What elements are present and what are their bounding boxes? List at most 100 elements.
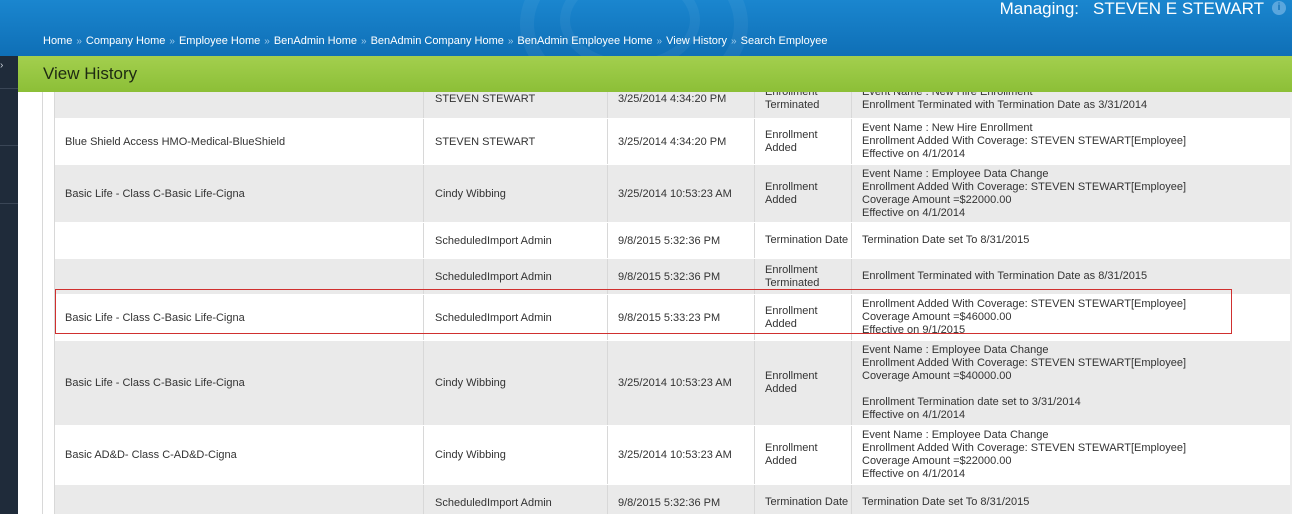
plan-cell bbox=[55, 485, 423, 514]
breadcrumb-benadmin-employee-home[interactable]: BenAdmin Employee Home bbox=[517, 35, 652, 47]
user-cell: ScheduledImport Admin bbox=[423, 485, 607, 514]
user-cell: ScheduledImport Admin bbox=[423, 259, 607, 294]
breadcrumb-separator: » bbox=[264, 36, 270, 47]
date-cell-text: 3/25/2014 4:34:20 PM bbox=[618, 93, 727, 105]
date-cell: 9/8/2015 5:33:23 PM bbox=[607, 295, 754, 340]
plan-cell: Basic Life - Class C-Basic Life-Cigna bbox=[55, 165, 423, 222]
user-cell-text: Cindy Wibbing bbox=[435, 449, 506, 461]
details-cell-line: Enrollment Termination date set to 3/31/… bbox=[862, 396, 1081, 408]
user-cell: ScheduledImport Admin bbox=[423, 295, 607, 340]
details-cell-line: Event Name : New Hire Enrollment bbox=[862, 92, 1033, 98]
user-cell-text: Cindy Wibbing bbox=[435, 187, 506, 200]
breadcrumb-separator: » bbox=[361, 36, 367, 47]
action-cell-line: Enrollment bbox=[765, 370, 818, 382]
table-row: ScheduledImport Admin 9/8/2015 5:32:36 PM… bbox=[55, 259, 1290, 295]
history-table-viewport[interactable]: STEVEN STEWART 3/25/2014 4:34:20 PM Enroll… bbox=[42, 92, 1290, 514]
breadcrumb-benadmin-company-home[interactable]: BenAdmin Company Home bbox=[371, 35, 504, 47]
details-cell-line: Event Name : Employee Data Change bbox=[862, 344, 1049, 356]
details-cell-line: Enrollment Added With Coverage: STEVEN S… bbox=[862, 442, 1187, 454]
details-cell: Event Name : New Hire Enrollment Enrollme… bbox=[851, 119, 1290, 164]
plan-cell-text: Basic Life - Class C-Basic Life-Cigna bbox=[65, 187, 245, 200]
info-icon[interactable]: i bbox=[1272, 1, 1286, 15]
panel-border bbox=[54, 92, 55, 514]
date-cell-text: 9/8/2015 5:33:23 PM bbox=[618, 311, 721, 324]
action-cell: Enrollment Added bbox=[754, 295, 851, 340]
breadcrumb-view-history[interactable]: View History bbox=[666, 35, 727, 47]
managing-info: Managing: STEVEN E STEWART i bbox=[1000, 0, 1286, 20]
details-cell: Termination Date set To 8/31/2015 bbox=[851, 485, 1290, 514]
table-row: Basic Life - Class C-Basic Life-Cigna Cin… bbox=[55, 165, 1290, 223]
table-row: Basic Life - Class C-Basic Life-Cigna Cin… bbox=[55, 341, 1290, 426]
action-cell-line: Added bbox=[765, 141, 797, 154]
action-cell-line: Added bbox=[765, 383, 797, 395]
breadcrumb-separator: » bbox=[76, 36, 82, 47]
date-cell: 9/8/2015 5:32:36 PM bbox=[607, 485, 754, 514]
action-cell: Enrollment Added bbox=[754, 426, 851, 484]
details-cell: Event Name : Employee Data Change Enrollm… bbox=[851, 165, 1290, 222]
user-cell-text: ScheduledImport Admin bbox=[435, 270, 552, 283]
top-header: Managing: STEVEN E STEWART i Home » Company… bbox=[0, 0, 1292, 56]
breadcrumb-company-home[interactable]: Company Home bbox=[86, 35, 165, 47]
plan-cell: Blue Shield Access HMO-Medical-BlueShiel… bbox=[55, 119, 423, 164]
action-cell-line: Enrollment bbox=[765, 304, 818, 317]
date-cell-text: 3/25/2014 4:34:20 PM bbox=[618, 135, 727, 148]
user-cell: Cindy Wibbing bbox=[423, 165, 607, 222]
action-cell: Enrollment Terminated bbox=[754, 259, 851, 294]
details-cell-line: Enrollment Added With Coverage: STEVEN S… bbox=[862, 357, 1187, 369]
details-cell-line: Effective on 4/1/2014 bbox=[862, 206, 966, 219]
user-cell: ScheduledImport Admin bbox=[423, 223, 607, 258]
user-cell-text: STEVEN STEWART bbox=[435, 93, 536, 105]
breadcrumb-employee-home[interactable]: Employee Home bbox=[179, 35, 260, 47]
breadcrumb-search-employee[interactable]: Search Employee bbox=[741, 35, 828, 47]
plan-cell-text: Basic Life - Class C-Basic Life-Cigna bbox=[65, 311, 245, 324]
date-cell: 3/25/2014 10:53:23 AM bbox=[607, 426, 754, 484]
date-cell: 9/8/2015 5:32:36 PM bbox=[607, 223, 754, 258]
details-cell: Event Name : Employee Data Change Enrollm… bbox=[851, 341, 1290, 425]
user-cell: Cindy Wibbing bbox=[423, 341, 607, 425]
plan-cell: Basic Life - Class C-Basic Life-Cigna bbox=[55, 341, 423, 425]
plan-cell: Basic AD&D- Class C-AD&D-Cigna bbox=[55, 426, 423, 484]
action-cell-line: Enrollment bbox=[765, 128, 818, 141]
details-cell-line: Coverage Amount =$46000.00 bbox=[862, 311, 1012, 323]
action-cell-line: Termination Date bbox=[765, 496, 849, 508]
details-cell-line: Coverage Amount =$40000.00 bbox=[862, 370, 1012, 382]
action-cell-line: Terminated bbox=[765, 99, 820, 111]
breadcrumb-benadmin-home[interactable]: BenAdmin Home bbox=[274, 35, 357, 47]
details-cell: Enrollment Added With Coverage: STEVEN S… bbox=[851, 295, 1290, 340]
date-cell-text: 3/25/2014 10:53:23 AM bbox=[618, 377, 732, 389]
breadcrumb-separator: » bbox=[731, 36, 737, 47]
action-cell-line: Termination Date bbox=[765, 234, 849, 246]
breadcrumb-home[interactable]: Home bbox=[43, 35, 72, 47]
details-cell-line: Effective on 4/1/2014 bbox=[862, 468, 966, 480]
rail-divider bbox=[0, 145, 18, 146]
action-cell: Enrollment Added bbox=[754, 119, 851, 164]
user-cell: STEVEN STEWART bbox=[423, 119, 607, 164]
action-cell-line: Added bbox=[765, 193, 797, 206]
managing-name: STEVEN E STEWART bbox=[1093, 0, 1264, 18]
rail-divider bbox=[0, 88, 18, 89]
table-row: Basic AD&D- Class C-AD&D-Cigna Cindy Wibb… bbox=[55, 426, 1290, 485]
date-cell: 9/8/2015 5:32:36 PM bbox=[607, 259, 754, 294]
date-cell: 3/25/2014 4:34:20 PM bbox=[607, 92, 754, 118]
details-cell-line: Event Name : Employee Data Change bbox=[862, 167, 1049, 180]
plan-cell-text: Basic AD&D- Class C-AD&D-Cigna bbox=[65, 449, 237, 461]
action-cell-line: Terminated bbox=[765, 276, 820, 289]
details-cell-line bbox=[862, 383, 1186, 396]
details-cell-line: Effective on 9/1/2015 bbox=[862, 324, 966, 336]
details-cell-line: Enrollment Added With Coverage: STEVEN S… bbox=[862, 180, 1187, 193]
details-cell-line: Termination Date set To 8/31/2015 bbox=[862, 496, 1030, 508]
history-table: STEVEN STEWART 3/25/2014 4:34:20 PM Enroll… bbox=[55, 92, 1290, 514]
user-cell: STEVEN STEWART bbox=[423, 92, 607, 118]
plan-cell bbox=[55, 223, 423, 258]
user-cell-text: ScheduledImport Admin bbox=[435, 496, 552, 509]
action-cell-line: Enrollment bbox=[765, 92, 818, 98]
details-cell-line: Coverage Amount =$22000.00 bbox=[862, 193, 1012, 206]
details-cell-line: Event Name : New Hire Enrollment bbox=[862, 122, 1033, 134]
details-cell: Enrollment Terminated with Termination D… bbox=[851, 259, 1290, 294]
expand-arrow-icon[interactable]: › bbox=[0, 60, 3, 71]
action-cell-line: Added bbox=[765, 455, 797, 467]
table-row: Blue Shield Access HMO-Medical-BlueShiel… bbox=[55, 119, 1290, 165]
table-row: STEVEN STEWART 3/25/2014 4:34:20 PM Enroll… bbox=[55, 92, 1290, 119]
details-cell-line: Effective on 4/1/2014 bbox=[862, 148, 966, 160]
details-cell: Event Name : New Hire Enrollment Enrollme… bbox=[851, 92, 1290, 118]
